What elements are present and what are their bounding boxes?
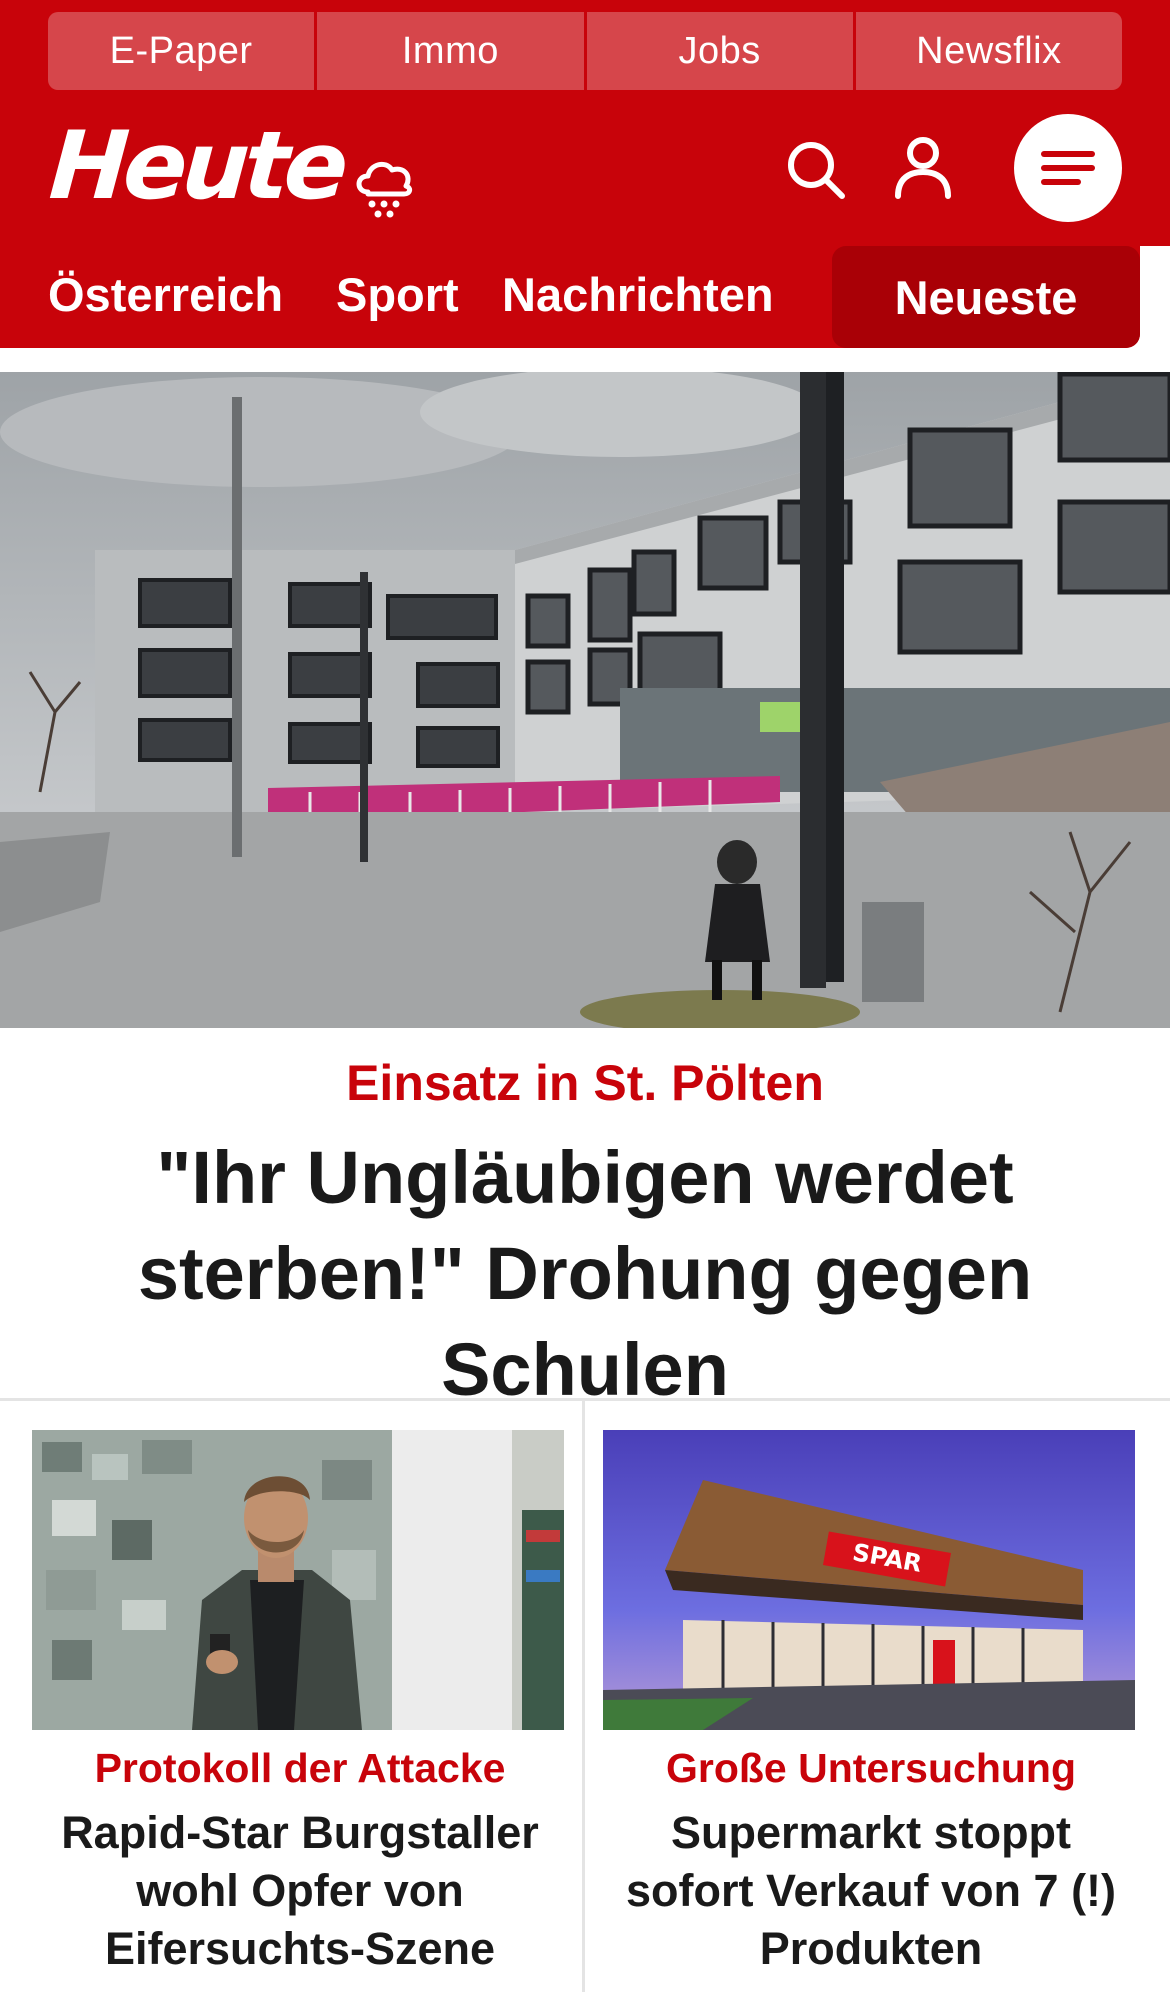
hero-kicker[interactable]: Einsatz in St. Pölten xyxy=(0,1054,1170,1112)
hero-image[interactable] xyxy=(0,372,1170,1028)
teaser-headline-line1: Supermarkt stoppt xyxy=(670,1807,1072,1858)
teaser-headline-line2: sofort Verkauf von 7 (!) xyxy=(625,1865,1117,1916)
teaser-kicker: Protokoll der Attacke xyxy=(94,1745,506,1791)
teaser-headline: Supermarkt stoppt sofort Verkauf von 7 (… xyxy=(603,1804,1139,1978)
teaser-headline-line3: Produkten xyxy=(759,1923,983,1974)
hero-headline-line2: sterben!" Drohung gegen Schulen xyxy=(137,1232,1033,1411)
nav-item-sport[interactable]: Sport xyxy=(336,268,459,322)
site-header: E-Paper Immo Jobs Newsflix Heute Österre… xyxy=(0,0,1170,348)
teaser-headline-line2: wohl Opfer von xyxy=(136,1865,464,1916)
header-background: E-Paper Immo Jobs Newsflix Heute xyxy=(0,0,1170,246)
top-link-newsflix[interactable]: Newsflix xyxy=(855,12,1122,90)
teaser-image-supermarket[interactable]: SPAR xyxy=(603,1430,1135,1730)
teaser-headline-line1: Rapid-Star Burgstaller xyxy=(61,1807,539,1858)
teaser-image-football-player[interactable] xyxy=(32,1430,564,1730)
site-logo[interactable]: Heute xyxy=(46,112,347,221)
top-link-jobs[interactable]: Jobs xyxy=(586,12,856,90)
hero-headline[interactable]: "Ihr Ungläubigen werdet sterben!" Drohun… xyxy=(0,1130,1170,1418)
main-nav: Österreich Sport Nachrichten Neueste xyxy=(0,246,1170,348)
nav-item-oesterreich[interactable]: Österreich xyxy=(48,268,283,322)
search-icon[interactable] xyxy=(784,138,848,202)
teaser-headline: Rapid-Star Burgstaller wohl Opfer von Ei… xyxy=(32,1804,568,1978)
teaser-kicker: Große Untersuchung xyxy=(665,1745,1077,1791)
top-links-bar: E-Paper Immo Jobs Newsflix xyxy=(48,12,1122,90)
teaser-card-burgstaller[interactable]: Protokoll der Attacke Rapid-Star Burgsta… xyxy=(32,1430,568,1978)
top-link-epaper[interactable]: E-Paper xyxy=(48,12,318,90)
nav-item-nachrichten[interactable]: Nachrichten xyxy=(502,268,774,322)
nav-item-neueste[interactable]: Neueste xyxy=(832,246,1140,348)
menu-icon xyxy=(1041,151,1095,185)
teaser-headline-line3: Eifersuchts-Szene xyxy=(104,1923,496,1974)
teaser-card-supermarkt[interactable]: SPAR Große Untersuchung Supermarkt stopp… xyxy=(603,1430,1139,1978)
hero-headline-line1: "Ihr Ungläubigen werdet xyxy=(156,1136,1014,1219)
user-icon[interactable] xyxy=(890,134,956,200)
weather-rain-icon[interactable] xyxy=(352,152,418,222)
column-divider xyxy=(582,1400,585,1992)
top-link-immo[interactable]: Immo xyxy=(317,12,587,90)
section-divider xyxy=(0,1398,1170,1401)
menu-button[interactable] xyxy=(1014,114,1122,222)
